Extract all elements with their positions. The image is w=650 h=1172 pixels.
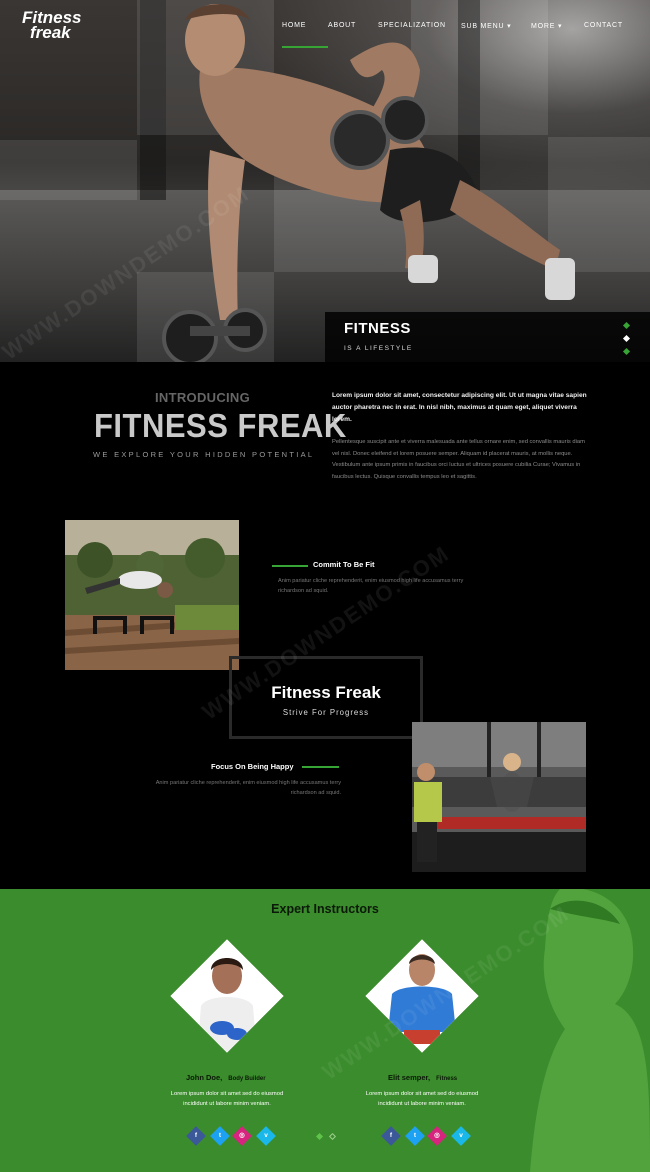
instructor-1-role: Body Builder [228,1076,266,1082]
instructor-2-bio: Lorem ipsum dolor sit amet sed do eiusmo… [365,1091,479,1107]
instructor-1-bio: Lorem ipsum dolor sit amet sed do eiusmo… [170,1091,284,1107]
main-nav: HOME ABOUT SPECIALIZATION SUB MENU ▾ MOR… [282,22,624,48]
nav-specialization[interactable]: SPECIALIZATION [378,22,461,36]
nav-about[interactable]: ABOUT [328,22,378,36]
instructor-2-vimeo[interactable]: v [451,1126,471,1146]
intro-lead-text: Lorem ipsum dolor sit amet, consectetur … [332,392,587,423]
instagram-icon: ◎ [239,1132,245,1139]
brand-line-2: freak [30,23,71,42]
instructor-2-instagram[interactable]: ◎ [427,1126,447,1146]
twitter-icon: t [218,1132,222,1139]
athlete-image [162,4,575,362]
pushup-photo [65,520,239,670]
instructor-pager-dot-active[interactable] [315,1132,324,1141]
hero-caption: FITNESS IS A LIFESTYLE [325,312,650,362]
intro-title: FITNESS FREAK [94,406,347,445]
hero-grid-tile [0,140,137,200]
happy-text: Anim pariatur cliche reprehenderit, enim… [155,780,341,796]
slider-dot-2-active[interactable] [622,334,631,343]
instructor-2-role: Fitness [436,1076,458,1082]
instructor-1-photo[interactable] [170,939,284,1053]
hero-subtitle: IS A LIFESTYLE [344,345,413,352]
vimeo-icon: v [264,1132,268,1139]
vimeo-icon: v [459,1132,463,1139]
slider-dot-3[interactable] [622,347,631,356]
nav-contact[interactable]: CONTACT [584,22,624,36]
facebook-icon: f [389,1132,393,1139]
intro-subtitle: WE EXPLORE YOUR HIDDEN POTENTIAL [93,450,315,459]
brand-logo[interactable]: Fitness freak [22,9,82,42]
instructor-2-facebook[interactable]: f [381,1126,401,1146]
happy-accent-line [302,766,339,768]
nav-more[interactable]: MORE ▾ [531,22,584,36]
instructor-1-vimeo[interactable]: v [256,1126,276,1146]
instructor-pager-dot[interactable] [328,1132,337,1141]
instructor-2-twitter[interactable]: t [405,1126,425,1146]
instructor-1-name: John Doe, Body Builder [186,1073,266,1082]
instructor-1-instagram[interactable]: ◎ [232,1126,252,1146]
facebook-icon: f [194,1132,198,1139]
instructor-2-name: Elit semper, Fitness [388,1073,458,1082]
slider-dot-1[interactable] [622,321,631,330]
instructor-1-facebook[interactable]: f [186,1126,206,1146]
instagram-icon: ◎ [434,1132,440,1139]
intro-body-text: Pellentesque suscipit ante et viverra ma… [332,439,585,480]
hero-title: FITNESS [344,320,411,337]
instructor-1-twitter[interactable]: t [210,1126,230,1146]
twitter-icon: t [413,1132,417,1139]
gym-training-photo [412,722,586,872]
nav-sub-menu[interactable]: SUB MENU ▾ [461,22,531,36]
commit-accent-line [272,565,308,567]
nav-home[interactable]: HOME [282,22,328,48]
center-subtitle: Strive For Progress [282,708,370,717]
commit-title: Commit To Be Fit [313,560,375,569]
intro-kicker: INTRODUCING [155,390,251,405]
happy-title: Focus On Being Happy [211,762,294,771]
